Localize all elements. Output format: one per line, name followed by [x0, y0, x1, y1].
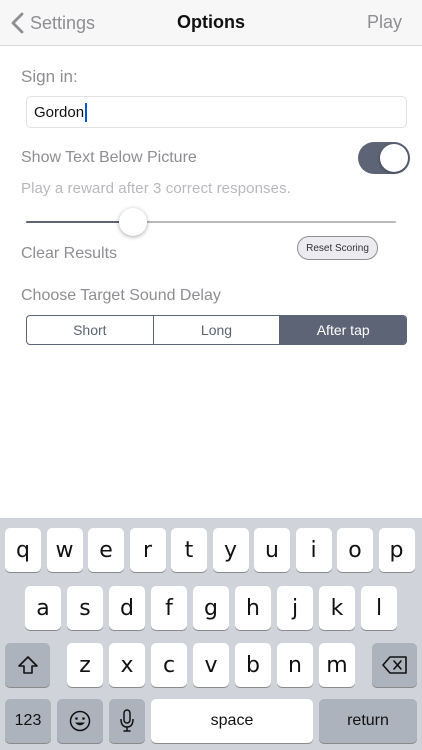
segment-after-tap[interactable]: After tap: [280, 316, 406, 344]
key-j[interactable]: j: [277, 586, 313, 630]
reset-scoring-button[interactable]: Reset Scoring: [297, 236, 378, 260]
emoji-key[interactable]: [57, 699, 103, 743]
keyboard: q w e r t y u i o p a s d f g h j k l z …: [0, 518, 422, 750]
signin-label: Sign in:: [21, 67, 78, 86]
key-d[interactable]: d: [109, 586, 145, 630]
page-title: Options: [177, 12, 245, 32]
slider-thumb[interactable]: [119, 208, 148, 236]
key-n[interactable]: n: [277, 643, 313, 687]
text-caret: [85, 102, 88, 122]
key-h[interactable]: h: [235, 586, 271, 630]
key-m[interactable]: m: [319, 643, 355, 687]
key-x[interactable]: x: [109, 643, 145, 687]
key-r[interactable]: r: [129, 528, 166, 572]
space-key[interactable]: space: [151, 699, 313, 743]
microphone-icon: [120, 709, 134, 732]
play-button[interactable]: Play: [367, 12, 402, 33]
return-key[interactable]: return: [319, 699, 417, 743]
key-w[interactable]: w: [46, 528, 83, 572]
navigation-bar: Settings Options Play: [0, 0, 422, 46]
segment-short[interactable]: Short: [27, 316, 154, 344]
key-o[interactable]: o: [337, 528, 373, 572]
slider-fill: [26, 221, 134, 223]
key-l[interactable]: l: [361, 586, 397, 630]
key-e[interactable]: e: [88, 528, 124, 572]
key-p[interactable]: p: [378, 528, 415, 572]
signin-input-value: Gordon: [34, 103, 85, 121]
show-text-toggle[interactable]: [358, 142, 410, 174]
clear-results-label: Clear Results: [21, 245, 118, 262]
key-t[interactable]: t: [171, 528, 207, 572]
delay-label: Choose Target Sound Delay: [21, 287, 221, 304]
show-text-label: Show Text Below Picture: [21, 149, 197, 166]
key-z[interactable]: z: [67, 643, 103, 687]
key-u[interactable]: u: [254, 528, 290, 572]
reward-slider[interactable]: [26, 207, 396, 237]
key-s[interactable]: s: [67, 586, 103, 630]
numbers-key[interactable]: 123: [5, 699, 51, 743]
shift-key[interactable]: [5, 643, 50, 687]
key-a[interactable]: a: [25, 586, 61, 630]
delete-icon: [381, 656, 407, 674]
key-v[interactable]: v: [193, 643, 229, 687]
key-b[interactable]: b: [235, 643, 271, 687]
key-y[interactable]: y: [212, 528, 249, 572]
microphone-key[interactable]: [109, 699, 145, 743]
signin-input[interactable]: Gordon: [26, 96, 407, 128]
delete-key[interactable]: [372, 643, 417, 687]
delay-segmented-control: Short Long After tap: [26, 315, 407, 345]
toggle-knob: [380, 144, 408, 172]
shift-icon: [17, 656, 38, 674]
key-i[interactable]: i: [295, 528, 332, 572]
key-g[interactable]: g: [193, 586, 229, 630]
segment-long[interactable]: Long: [154, 316, 281, 344]
key-f[interactable]: f: [151, 586, 187, 630]
reward-label: Play a reward after 3 correct responses.: [21, 180, 291, 197]
key-q[interactable]: q: [5, 528, 41, 572]
key-c[interactable]: c: [151, 643, 187, 687]
emoji-icon: [69, 710, 91, 732]
key-k[interactable]: k: [319, 586, 355, 630]
